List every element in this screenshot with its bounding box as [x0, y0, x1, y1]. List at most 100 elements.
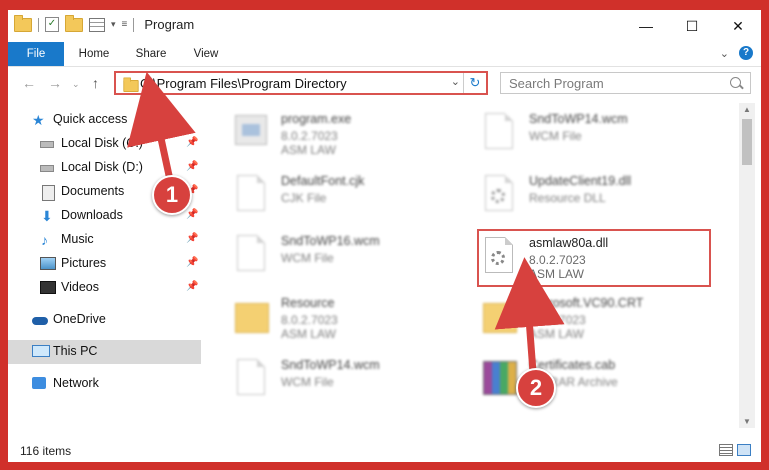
vertical-scrollbar[interactable]: ▲ ▼: [739, 103, 755, 428]
pin-icon[interactable]: 📌: [186, 137, 198, 148]
maximize-button[interactable]: ☐: [669, 10, 715, 42]
sidebar-item-label: Videos: [61, 280, 99, 294]
quick-access-toolbar: ✓ ▾ ≡ Program: [14, 14, 194, 32]
file-detail: 8.0.2.7023: [281, 129, 338, 143]
sidebar-item-network[interactable]: Network: [8, 372, 201, 396]
file-detail: WinRAR Archive: [529, 375, 618, 389]
sidebar-item-quick-access[interactable]: ★ Quick access: [8, 108, 201, 132]
sidebar-item-music[interactable]: ♪ Music 📌: [8, 228, 201, 252]
properties-check-icon[interactable]: ✓: [45, 17, 59, 32]
file-detail: 8.0.2.7023: [281, 313, 338, 327]
help-icon[interactable]: ?: [739, 46, 753, 60]
address-path[interactable]: C:\Program Files\Program Directory: [140, 76, 347, 91]
scroll-up-icon[interactable]: ▲: [743, 105, 751, 114]
pin-icon[interactable]: 📌: [186, 209, 198, 220]
onedrive-icon: [32, 317, 48, 325]
file-name: Resource: [281, 296, 335, 310]
list-item[interactable]: Microsoft.VC90.CRT 8.0.2.7023 ASM LAW: [481, 293, 711, 345]
pictures-icon: [40, 257, 56, 270]
up-arrow-icon[interactable]: ↑: [92, 75, 99, 91]
folder-icon: [123, 77, 139, 92]
tab-file[interactable]: File: [8, 42, 64, 66]
file-name: program.exe: [281, 112, 352, 126]
chevron-down-icon[interactable]: ⌄: [451, 75, 460, 88]
close-button[interactable]: ✕: [715, 10, 761, 42]
recent-chevron-icon[interactable]: ⌄: [72, 79, 80, 90]
address-bar[interactable]: C:\Program Files\Program Directory ⌄ ↻: [114, 71, 488, 95]
sidebar-item-label: Downloads: [61, 208, 123, 222]
customize-icon[interactable]: [89, 17, 105, 32]
pin-icon[interactable]: 📌: [186, 281, 198, 292]
address-row: ← → ⌄ ↑ C:\Program Files\Program Directo…: [8, 67, 761, 101]
disk-icon: [40, 165, 54, 172]
refresh-icon[interactable]: ↻: [463, 73, 486, 93]
sidebar-item-local-disk-d[interactable]: Local Disk (D:) 📌: [8, 156, 201, 180]
archive-icon: [481, 357, 517, 403]
list-item-selected[interactable]: asmlaw80a.dll 8.0.2.7023 ASM LAW: [481, 233, 711, 285]
pin-icon[interactable]: 📌: [186, 233, 198, 244]
tab-home[interactable]: Home: [70, 42, 118, 66]
file-name: Microsoft.VC90.CRT: [529, 296, 644, 310]
pin-icon[interactable]: 📌: [186, 161, 198, 172]
sidebar-item-documents[interactable]: Documents 📌: [8, 180, 201, 204]
file-icon: [233, 357, 269, 403]
list-item[interactable]: SndToWP14.wcm WCM File: [233, 355, 463, 407]
sidebar-item-pictures[interactable]: Pictures 📌: [8, 252, 201, 276]
sidebar-item-label: This PC: [53, 344, 98, 358]
tab-view[interactable]: View: [184, 42, 228, 66]
explorer-window: ✓ ▾ ≡ Program — ☐ ✕ File Home Share View…: [8, 10, 761, 462]
sidebar-item-this-pc[interactable]: This PC: [8, 340, 201, 364]
list-item[interactable]: Resource 8.0.2.7023 ASM LAW: [233, 293, 463, 345]
tab-share[interactable]: Share: [128, 42, 174, 66]
sidebar-item-label: Local Disk (C:): [61, 136, 143, 150]
back-arrow-icon[interactable]: ←: [22, 75, 36, 91]
sidebar-item-downloads[interactable]: ⬇ Downloads 📌: [8, 204, 201, 228]
chevron-down-icon[interactable]: ▾: [111, 19, 116, 30]
file-name: UpdateClient19.dll: [529, 174, 632, 188]
list-item[interactable]: DefaultFont.cjk CJK File: [233, 171, 463, 223]
list-item[interactable]: SndToWP16.wcm WCM File: [233, 231, 463, 283]
scroll-down-icon[interactable]: ▼: [743, 417, 751, 426]
list-item[interactable]: program.exe 8.0.2.7023 ASM LAW: [233, 109, 463, 161]
sidebar-item-local-disk-c[interactable]: Local Disk (C:) 📌: [8, 132, 201, 156]
file-list: program.exe 8.0.2.7023 ASM LAW SndToWP14…: [223, 103, 733, 438]
file-detail: ASM LAW: [281, 143, 336, 157]
dll-icon: [481, 235, 517, 281]
navigation-pane: ★ Quick access Local Disk (C:) 📌 Local D…: [8, 108, 201, 438]
forward-arrow-icon[interactable]: →: [48, 75, 62, 91]
status-bar: 116 items: [8, 440, 761, 462]
sidebar-item-label: Music: [61, 232, 94, 246]
pin-icon[interactable]: 📌: [186, 257, 198, 268]
list-item[interactable]: SndToWP14.wcm WCM File: [481, 109, 711, 161]
file-icon: [233, 233, 269, 279]
scrollbar-thumb[interactable]: [742, 119, 752, 165]
list-item[interactable]: Certificates.cab WinRAR Archive: [481, 355, 711, 407]
qat-dropdown-icon[interactable]: ≡: [122, 19, 128, 30]
file-detail: ASM LAW: [529, 267, 584, 281]
pin-icon[interactable]: 📌: [186, 185, 198, 196]
sidebar-item-onedrive[interactable]: OneDrive: [8, 308, 201, 332]
new-folder-icon[interactable]: [65, 14, 83, 32]
music-icon: ♪: [41, 232, 48, 248]
folder-icon: [233, 295, 269, 341]
ribbon-tabs: File Home Share View ⌄ ?: [8, 42, 761, 67]
divider: [133, 17, 135, 32]
minimize-button[interactable]: —: [623, 10, 669, 42]
folder-icon[interactable]: [14, 14, 32, 32]
list-item[interactable]: UpdateClient19.dll Resource DLL: [481, 171, 711, 223]
file-detail: WCM File: [281, 375, 334, 389]
sidebar-item-videos[interactable]: Videos 📌: [8, 276, 201, 300]
file-detail: CJK File: [281, 191, 327, 205]
item-count: 116 items: [20, 444, 72, 458]
star-icon: ★: [32, 112, 45, 128]
window-controls: — ☐ ✕: [623, 10, 761, 42]
expand-ribbon-icon[interactable]: ⌄: [720, 47, 729, 60]
view-buttons: [719, 444, 751, 456]
file-name: DefaultFont.cjk: [281, 174, 365, 188]
search-input[interactable]: [500, 72, 751, 94]
file-name: asmlaw80a.dll: [529, 236, 609, 250]
large-icons-view-icon[interactable]: [737, 444, 751, 456]
details-view-icon[interactable]: [719, 444, 733, 456]
file-name: SndToWP16.wcm: [281, 234, 380, 248]
this-pc-icon: [32, 345, 50, 357]
